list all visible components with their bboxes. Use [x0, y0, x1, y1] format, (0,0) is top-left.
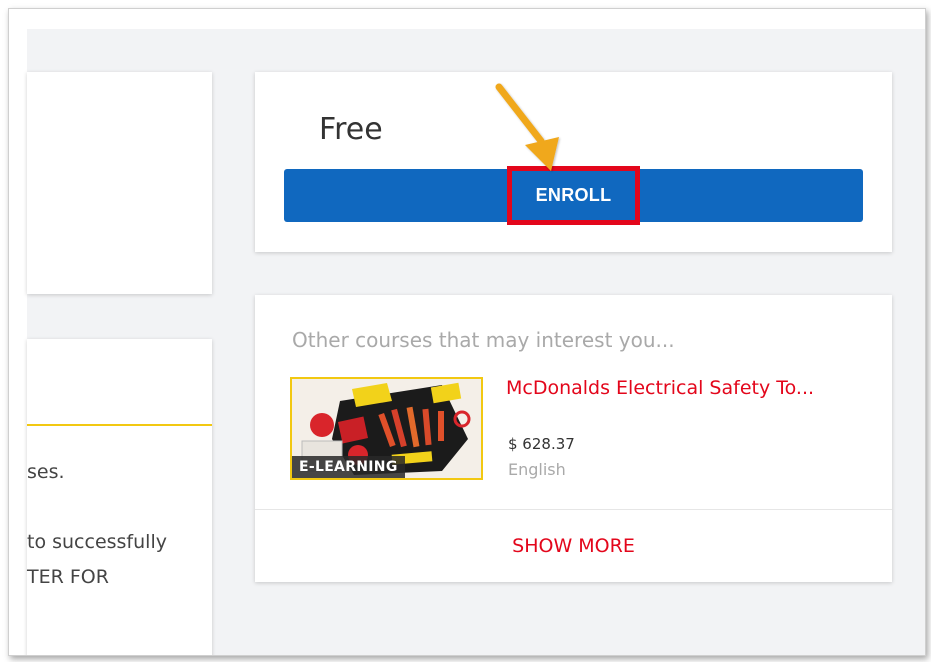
course-thumbnail[interactable]: E-LEARNING [290, 377, 483, 480]
accent-divider [27, 424, 212, 426]
enroll-button[interactable]: ENROLL [284, 169, 863, 222]
course-title-link[interactable]: McDonalds Electrical Safety To... [506, 377, 814, 399]
show-more-button[interactable]: SHOW MORE [255, 510, 892, 582]
description-text-line-2: to successfully [27, 531, 167, 553]
screenshot-frame: ses. to successfully TER FOR Free ENROLL… [8, 8, 926, 656]
course-price: $ 628.37 [508, 435, 575, 453]
left-description-card: ses. to successfully TER FOR [27, 339, 212, 655]
description-text-line-3: TER FOR [27, 566, 109, 588]
course-language: English [508, 460, 566, 479]
other-courses-heading: Other courses that may interest you... [292, 328, 675, 352]
enroll-button-label: ENROLL [535, 185, 612, 205]
pricing-card: Free ENROLL [255, 72, 892, 252]
description-text-line-1: ses. [27, 461, 65, 483]
e-learning-badge: E-LEARNING [292, 456, 405, 478]
left-info-card [27, 72, 212, 294]
course-price-label: Free [319, 112, 383, 147]
other-courses-card: Other courses that may interest you... E… [255, 295, 892, 582]
